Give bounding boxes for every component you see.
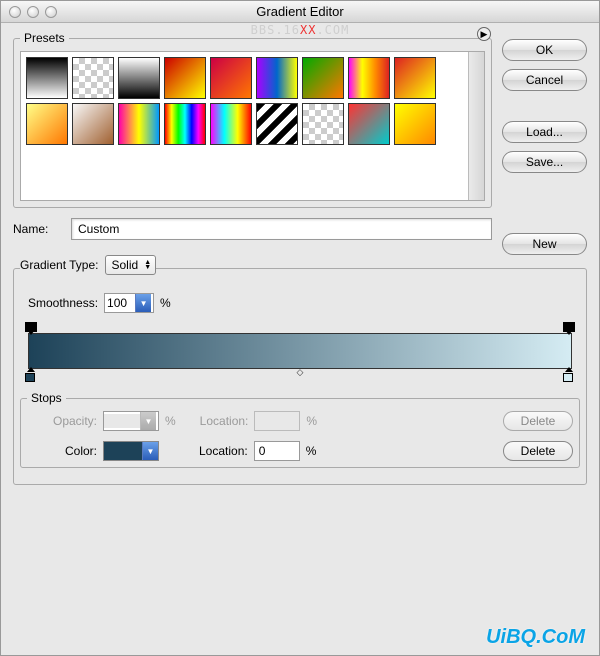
preset-swatch[interactable] [302, 57, 344, 99]
gradienttype-fieldset: Gradient Type: Solid ▲▼ Smoothness: ▼ % [13, 255, 587, 485]
gradient-bar[interactable]: ◇ [28, 333, 572, 369]
preset-swatch[interactable] [348, 103, 390, 145]
opacity-label: Opacity: [27, 414, 97, 428]
presets-legend: Presets [20, 31, 69, 45]
stops-legend: Stops [27, 391, 66, 405]
dropdown-icon: ▼ [140, 412, 156, 430]
dropdown-icon[interactable]: ▼ [142, 442, 158, 460]
close-icon[interactable] [9, 6, 21, 18]
gradient-type-select[interactable]: Solid ▲▼ [105, 255, 157, 275]
presets-flyout-icon[interactable]: ▶ [477, 27, 491, 41]
opacity-field: ▼ [103, 411, 159, 431]
zoom-icon[interactable] [45, 6, 57, 18]
minimize-icon[interactable] [27, 6, 39, 18]
preset-swatch[interactable] [394, 103, 436, 145]
preset-swatch[interactable] [118, 57, 160, 99]
load-button[interactable]: Load... [502, 121, 587, 143]
window-title: Gradient Editor [1, 4, 599, 19]
preset-swatch[interactable] [394, 57, 436, 99]
color-well[interactable]: ▼ [103, 441, 159, 461]
name-input[interactable] [71, 218, 492, 240]
opacity-input [104, 414, 140, 428]
ok-button[interactable]: OK [502, 39, 587, 61]
preset-swatch[interactable] [348, 57, 390, 99]
location-label: Location: [200, 414, 249, 428]
presets-grid [21, 52, 468, 150]
stops-fieldset: Stops Opacity: ▼ % Location: % Delete [20, 391, 580, 468]
save-button[interactable]: Save... [502, 151, 587, 173]
color-stop-right[interactable] [563, 368, 575, 382]
delete-opacity-stop-button: Delete [503, 411, 573, 431]
preset-swatch[interactable] [256, 57, 298, 99]
smoothness-field[interactable]: ▼ [104, 293, 154, 313]
preset-swatch[interactable] [164, 57, 206, 99]
gradient-bar-area: ◇ [20, 323, 580, 391]
preset-swatch[interactable] [302, 103, 344, 145]
preset-swatch[interactable] [210, 103, 252, 145]
name-label: Name: [13, 222, 63, 236]
presets-box [20, 51, 485, 201]
preset-swatch[interactable] [118, 103, 160, 145]
midpoint-icon[interactable]: ◇ [297, 367, 304, 378]
smoothness-input[interactable] [105, 296, 135, 310]
smoothness-label: Smoothness: [28, 296, 98, 310]
location-label: Location: [199, 444, 248, 458]
titlebar: Gradient Editor [1, 1, 599, 23]
cancel-button[interactable]: Cancel [502, 69, 587, 91]
opacity-stop-right[interactable] [563, 322, 575, 334]
gradient-type-row: Gradient Type: Solid ▲▼ [20, 255, 156, 281]
preset-swatch[interactable] [26, 57, 68, 99]
color-location-input[interactable] [254, 441, 300, 461]
preset-swatch[interactable] [72, 103, 114, 145]
preset-swatch[interactable] [256, 103, 298, 145]
presets-scrollbar[interactable] [468, 52, 484, 200]
watermark-uibq: UiBQ.CoM [486, 626, 585, 649]
color-label: Color: [27, 444, 97, 458]
delete-color-stop-button[interactable]: Delete [503, 441, 573, 461]
presets-fieldset: Presets ▶ [13, 31, 492, 208]
preset-swatch[interactable] [72, 57, 114, 99]
updown-icon: ▲▼ [144, 260, 151, 270]
preset-swatch[interactable] [210, 57, 252, 99]
preset-swatch[interactable] [164, 103, 206, 145]
preset-swatch[interactable] [26, 103, 68, 145]
new-button[interactable]: New [502, 233, 587, 255]
dropdown-icon[interactable]: ▼ [135, 294, 151, 312]
opacity-location-input [254, 411, 300, 431]
window-controls [1, 6, 57, 18]
percent-label: % [160, 296, 171, 310]
color-swatch [104, 442, 142, 460]
color-stop-left[interactable] [25, 368, 37, 382]
gradient-type-label: Gradient Type: [20, 258, 99, 272]
opacity-stop-left[interactable] [25, 322, 37, 334]
gradient-editor-window: Gradient Editor BBS.16XX.COM Presets ▶ N… [0, 0, 600, 656]
